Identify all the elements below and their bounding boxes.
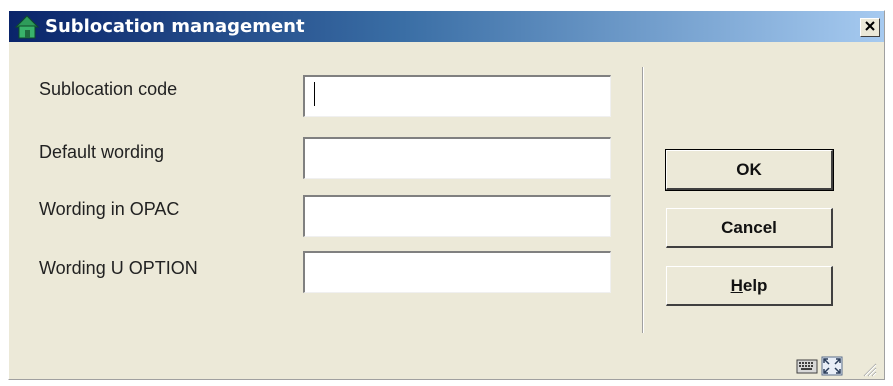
wording-u-option-label: Wording U OPTION — [39, 258, 198, 278]
vertical-separator — [642, 67, 644, 333]
default-wording-label: Default wording — [39, 142, 165, 162]
ok-button[interactable]: OK — [665, 149, 834, 191]
help-button-label: Help — [731, 276, 768, 296]
ok-button-label: OK — [736, 159, 762, 179]
sublocation-code-label: Sublocation code — [39, 79, 178, 99]
window-title: Sublocation management — [45, 16, 305, 37]
keyboard-icon[interactable] — [796, 357, 818, 377]
wording-u-option-input[interactable] — [303, 251, 611, 293]
cancel-button[interactable]: Cancel — [666, 208, 833, 248]
default-wording-input[interactable] — [303, 137, 611, 179]
close-button[interactable] — [860, 18, 880, 37]
title-bar[interactable]: Sublocation management — [9, 11, 884, 42]
sublocation-code-input[interactable] — [303, 75, 611, 117]
text-caret — [314, 82, 315, 106]
resize-grip-icon[interactable] — [859, 359, 877, 377]
maximize-icon[interactable] — [821, 356, 843, 376]
house-icon — [13, 14, 41, 40]
help-mnemonic: H — [730, 275, 743, 295]
help-label-rest: elp — [742, 275, 768, 295]
sublocation-dialog: Sublocation management Sublocation code … — [8, 10, 885, 380]
cancel-button-label: Cancel — [721, 217, 777, 237]
wording-in-opac-label: Wording in OPAC — [39, 199, 180, 219]
close-icon — [864, 19, 876, 37]
help-button[interactable]: Help — [666, 266, 833, 306]
wording-in-opac-input[interactable] — [303, 195, 611, 237]
